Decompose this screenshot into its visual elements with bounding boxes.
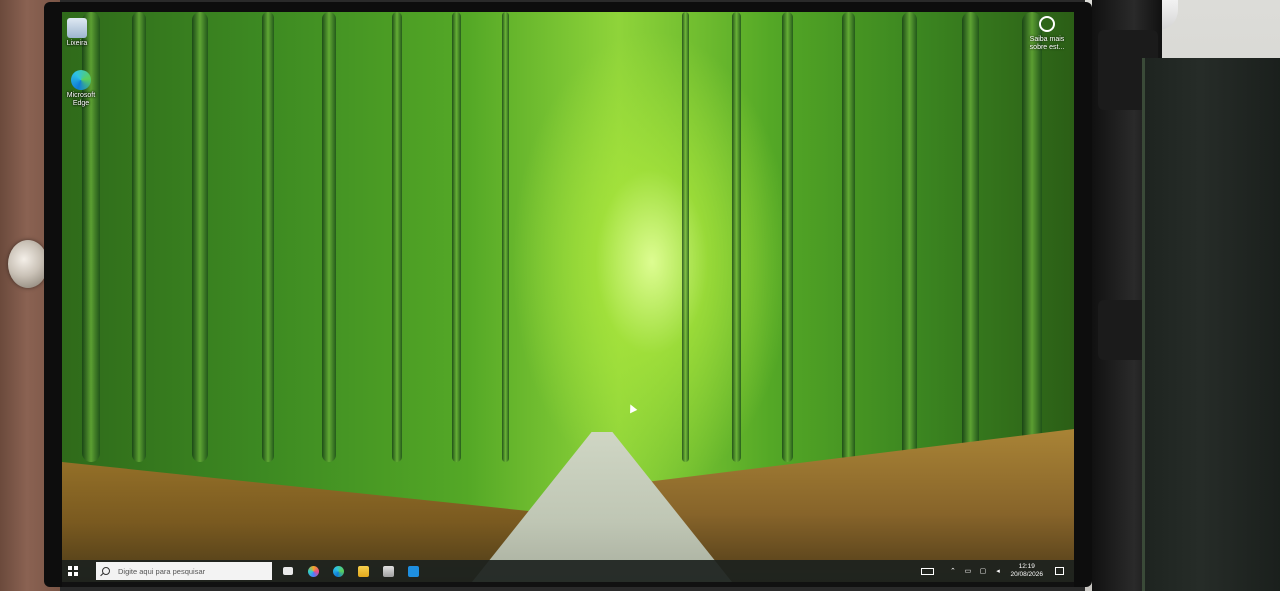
bamboo-stalk — [192, 12, 208, 462]
monitor-bottom-bezel — [62, 582, 1074, 587]
edge-icon — [332, 565, 344, 577]
bamboo-stalk — [452, 12, 461, 462]
clock-date: 20/08/2026 — [1010, 571, 1043, 578]
search-placeholder: Digite aqui para pesquisar — [118, 566, 206, 576]
display-icon[interactable]: ▭ — [963, 567, 972, 576]
bamboo-stalk — [782, 12, 793, 462]
keyboard-icon[interactable] — [921, 567, 935, 575]
network-icon[interactable]: ▢ — [978, 567, 987, 576]
chevron-up-icon[interactable]: ⌃ — [948, 567, 957, 576]
bamboo-stalk — [322, 12, 336, 462]
volume-icon[interactable]: ◂ — [993, 567, 1002, 576]
bamboo-stalk — [732, 12, 741, 462]
bamboo-stalk — [842, 12, 855, 462]
search-icon — [102, 567, 110, 575]
desktop-screen: Lixeira Microsoft Edge Saiba mais sobre … — [62, 12, 1074, 582]
mail-button[interactable] — [404, 562, 422, 580]
notification-icon[interactable] — [1055, 567, 1064, 575]
edge-icon — [71, 70, 91, 90]
camera-info-icon — [1039, 16, 1055, 32]
desktop-icon-edge[interactable]: Microsoft Edge — [62, 70, 104, 108]
mail-icon — [407, 565, 419, 577]
copilot-icon — [307, 565, 319, 577]
bamboo-stalk — [1022, 12, 1042, 462]
store-button[interactable] — [379, 562, 397, 580]
bamboo-stalk — [902, 12, 917, 462]
taskbar: Digite aqui para pesquisar ⌃ ▭ ▢ ◂ 12:19… — [62, 560, 1074, 582]
desktop-icon-label: Microsoft Edge — [66, 92, 96, 107]
search-input[interactable]: Digite aqui para pesquisar — [96, 562, 272, 580]
bamboo-stalk — [262, 12, 274, 462]
clock-time: 12:19 — [1018, 563, 1035, 570]
door-knob — [8, 240, 48, 288]
task-view-icon — [283, 567, 293, 575]
bamboo-stalk — [132, 12, 146, 462]
start-button[interactable] — [62, 560, 84, 582]
system-tray: ⌃ ▭ ▢ ◂ 12:19 20/08/2026 — [921, 560, 1074, 582]
windows-icon — [68, 566, 78, 576]
file-explorer-button[interactable] — [354, 562, 372, 580]
desktop-icon-recycle-bin[interactable]: Lixeira — [62, 18, 100, 48]
file-explorer-icon — [357, 565, 369, 577]
spotlight-label: Saiba mais sobre est... — [1029, 36, 1065, 51]
copilot-button[interactable] — [304, 562, 322, 580]
edge-taskbar-button[interactable] — [329, 562, 347, 580]
desktop-icon-label: Lixeira — [66, 40, 88, 47]
bamboo-stalk — [392, 12, 402, 462]
bamboo-stalk — [502, 12, 509, 462]
spotlight-learn-more[interactable]: Saiba mais sobre est... — [1024, 16, 1070, 52]
speaker — [1142, 58, 1280, 591]
bamboo-stalk — [962, 12, 979, 462]
store-icon — [382, 565, 394, 577]
recycle-bin-icon — [67, 18, 87, 38]
bamboo-stalk — [682, 12, 689, 462]
clock[interactable]: 12:19 20/08/2026 — [1010, 563, 1043, 579]
task-view-button[interactable] — [279, 562, 297, 580]
